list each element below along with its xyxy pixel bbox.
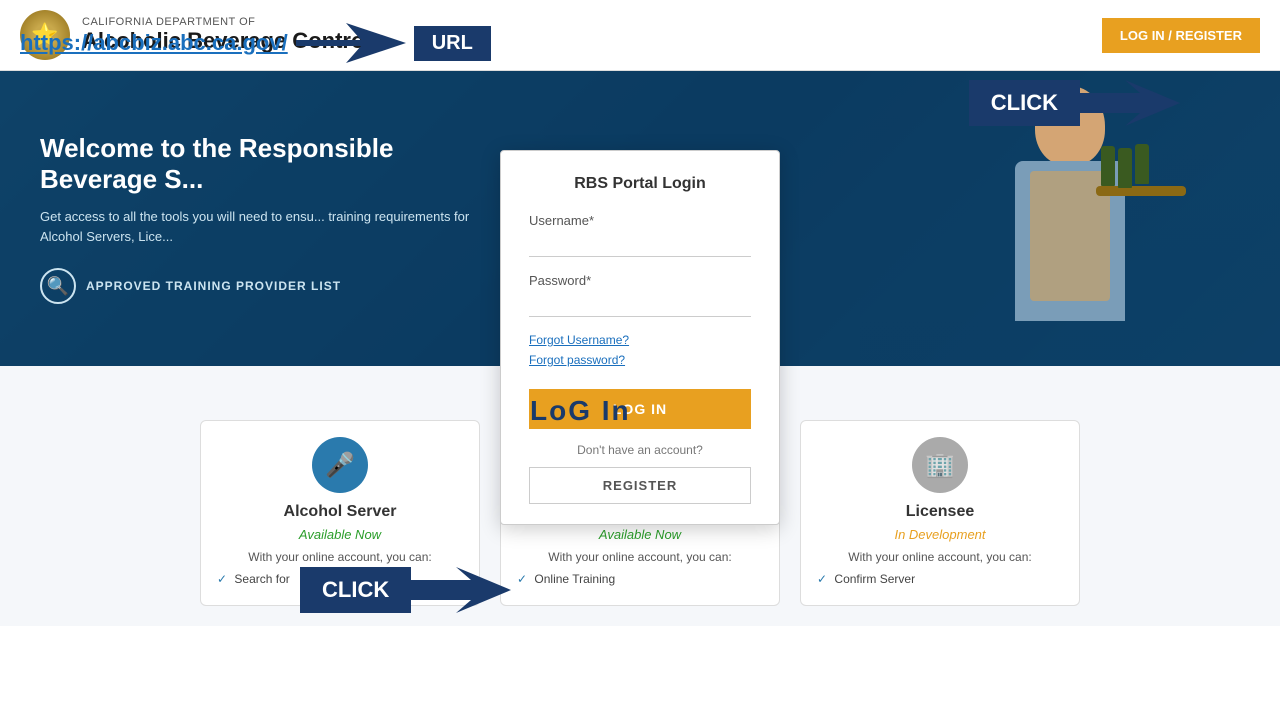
modal-title: RBS Portal Login xyxy=(529,175,751,193)
card-desc-3: With your online account, you can: xyxy=(817,550,1063,564)
approved-training-text: APPROVED TRAINING PROVIDER LIST xyxy=(86,279,341,293)
bottle-1 xyxy=(1101,146,1115,186)
card-desc-1: With your online account, you can: xyxy=(217,550,463,564)
click-arrow-right-icon xyxy=(1080,78,1180,128)
forgot-password-link[interactable]: Forgot password? xyxy=(529,353,751,367)
check-icon-1: ✓ xyxy=(217,572,227,586)
username-label: Username* xyxy=(529,213,751,228)
waiter-tray xyxy=(1096,186,1186,196)
click-label-bottom: CLICK xyxy=(300,567,411,613)
card-feature-3: ✓ Confirm Server xyxy=(817,572,1063,586)
username-input[interactable] xyxy=(529,232,751,257)
card-status-1: Available Now xyxy=(217,527,463,542)
login-modal: RBS Portal Login Username* Password* For… xyxy=(500,150,780,525)
url-arrow-icon xyxy=(296,18,406,68)
password-input[interactable] xyxy=(529,292,751,317)
log-in-button[interactable]: LOG IN xyxy=(529,389,751,429)
card-desc-2: With your online account, you can: xyxy=(517,550,763,564)
no-account-text: Don't have an account? xyxy=(529,443,751,457)
bottle-3 xyxy=(1135,144,1149,184)
alcohol-server-icon: 🎤 xyxy=(312,437,368,493)
card-status-2: Available Now xyxy=(517,527,763,542)
click-annotation-bottom: CLICK xyxy=(300,565,511,615)
check-icon-3: ✓ xyxy=(817,572,827,586)
card-feature-2: ✓ Online Training xyxy=(517,572,763,586)
check-icon-2: ✓ xyxy=(517,572,527,586)
username-group: Username* xyxy=(529,213,751,257)
click-label-top: CLICK xyxy=(969,80,1080,126)
url-link[interactable]: https://abcbiz.abc.ca.gov/ xyxy=(20,30,288,56)
url-annotation: https://abcbiz.abc.ca.gov/ URL xyxy=(20,18,491,68)
password-label: Password* xyxy=(529,273,751,288)
password-group: Password* xyxy=(529,273,751,317)
card-title-1: Alcohol Server xyxy=(217,503,463,521)
bottle-2 xyxy=(1118,148,1132,188)
card-title-3: Licensee xyxy=(817,503,1063,521)
hero-content: Welcome to the Responsible Beverage S...… xyxy=(0,103,520,334)
hero-desc: Get access to all the tools you will nee… xyxy=(40,207,480,246)
waiter-figure xyxy=(940,86,1200,366)
card-status-3: In Development xyxy=(817,527,1063,542)
forgot-username-link[interactable]: Forgot Username? xyxy=(529,333,751,347)
licensee-icon: 🏢 xyxy=(912,437,968,493)
approved-training-link[interactable]: 🔍 APPROVED TRAINING PROVIDER LIST xyxy=(40,268,480,304)
hero-title: Welcome to the Responsible Beverage S... xyxy=(40,133,480,195)
card-licensee: 🏢 Licensee In Development With your onli… xyxy=(800,420,1080,606)
click-arrow-bottom-icon xyxy=(411,565,511,615)
search-icon: 🔍 xyxy=(40,268,76,304)
url-label: URL xyxy=(414,26,491,61)
register-button[interactable]: REGISTER xyxy=(529,467,751,504)
click-annotation-top: CLICK xyxy=(969,78,1180,128)
login-register-button[interactable]: LOG IN / REGISTER xyxy=(1102,18,1260,53)
